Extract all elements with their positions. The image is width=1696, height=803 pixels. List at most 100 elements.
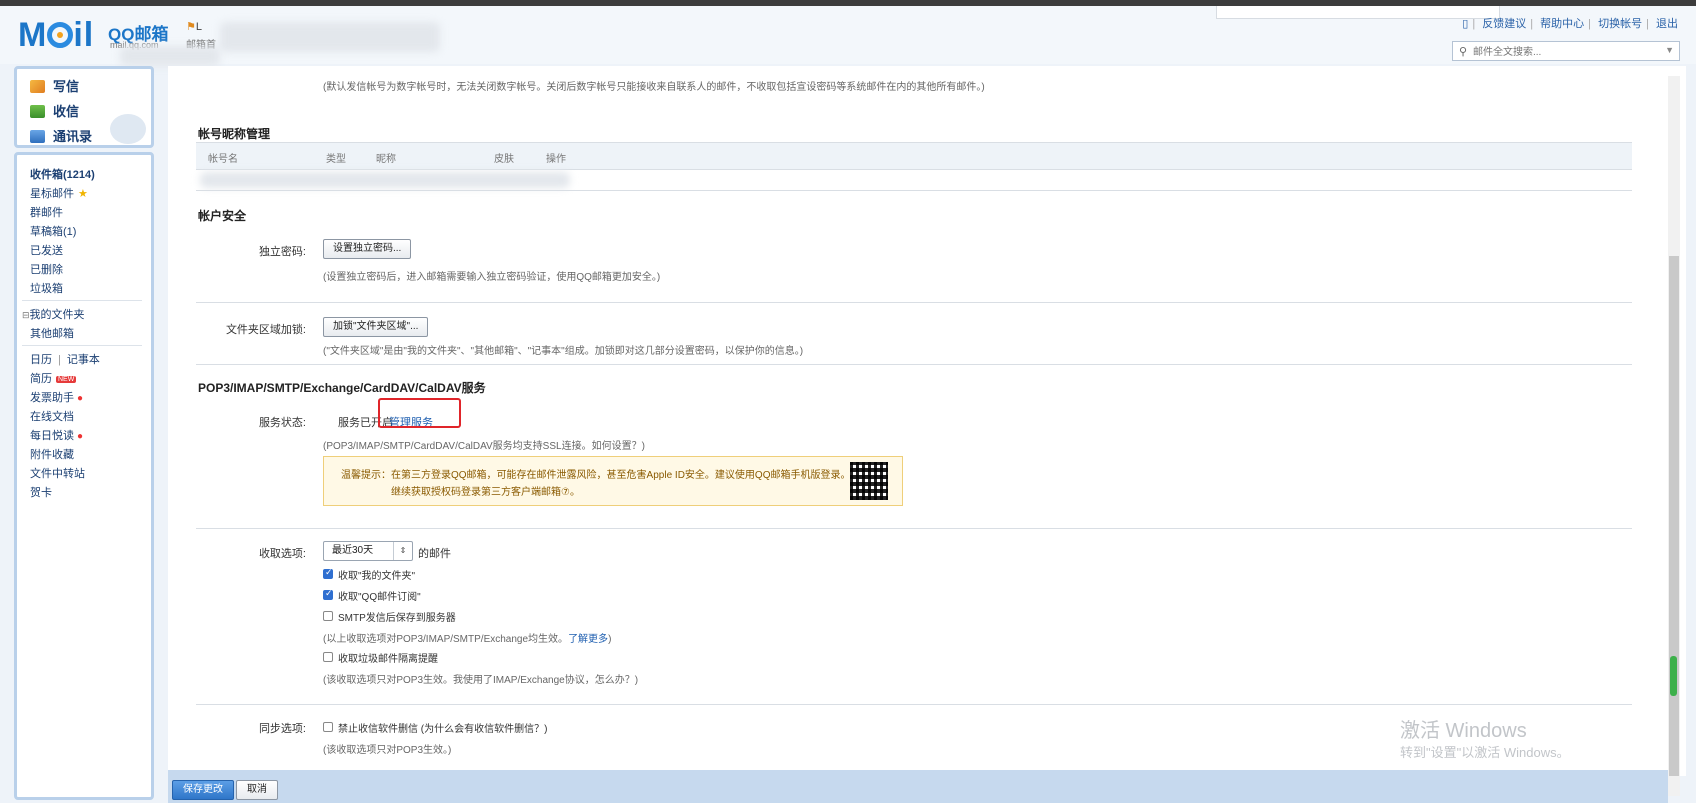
folder-group[interactable]: 群邮件 (30, 204, 63, 220)
feedback-link[interactable]: 反馈建议 (1482, 18, 1526, 30)
highlight-box (378, 398, 461, 428)
option-block-delete-label[interactable]: 禁止收信软件删信 (为什么会有收信软件删信？) (338, 720, 547, 735)
option-my-folders-checkbox[interactable] (323, 567, 333, 579)
folder-lock-note: ("文件夹区域"是由"我的文件夹"、"其他邮箱"、"记事本"组成。加锁即对这几部… (323, 346, 804, 357)
top-links: ▯ | 反馈建议 | 帮助中心 | 切换帐号 | 退出 (1462, 18, 1678, 30)
nickname-section-title: 帐号昵称管理 (198, 127, 271, 141)
learn-more-link[interactable]: 了解更多 (568, 634, 608, 645)
calendar-link[interactable]: 日历 (30, 354, 52, 366)
other-mailboxes[interactable]: 其他邮箱 (30, 325, 74, 341)
receive-icon (30, 105, 45, 118)
red-dot: ● (77, 393, 84, 404)
sync-options-label: 同步选项: (258, 723, 306, 735)
top-header: Mil QQ邮箱 mail.qq.com ⚑L 邮箱首 ▯| 反馈建议| 帮助中… (0, 6, 1696, 66)
tip-line-2[interactable]: 继续获取授权码登录第三方客户端邮箱⑦。 (391, 483, 580, 498)
tool-attachments[interactable]: 附件收藏 (30, 446, 74, 462)
service-section-title: POP3/IMAP/SMTP/Exchange/CardDAV/CalDAV服务 (198, 381, 486, 395)
col-nickname: 昵称 (376, 154, 396, 165)
mascot-icon (110, 114, 146, 144)
folder-lock-button[interactable]: 加锁"文件夹区域"... (323, 317, 429, 337)
sync-note: (该收取选项只对POP3生效。) (323, 745, 452, 756)
user-name: ⚑L (186, 21, 202, 33)
tool-reading[interactable]: 每日悦读 ● (30, 427, 83, 443)
search-icon: ⚲ (1459, 46, 1468, 58)
tool-file-transfer[interactable]: 文件中转站 (30, 465, 85, 481)
sidebar-divider (22, 345, 142, 346)
search-box[interactable]: ⚲ ▼ (1452, 41, 1680, 61)
receive-options-label: 收取选项: (258, 548, 306, 560)
windows-watermark-subtitle: 转到"设置"以激活 Windows。 (1400, 745, 1570, 760)
divider (196, 190, 1632, 191)
expand-icon[interactable]: ⊟ (22, 310, 30, 320)
folder-sent[interactable]: 已发送 (30, 242, 63, 258)
star-icon: ★ (78, 188, 88, 200)
warning-tip-box: 温馨提示：在第三方登录QQ邮箱，可能存在邮件泄露风险，甚至危害Apple ID安… (323, 456, 903, 506)
option-spam-alert-label[interactable]: 收取垃圾邮件隔离提醒 (338, 650, 438, 665)
scrollbar-thumb[interactable] (1669, 256, 1679, 776)
col-account: 帐号名 (208, 154, 238, 165)
folder-spam[interactable]: 垃圾箱 (30, 280, 63, 296)
nickname-table-header: 帐号名 类型 昵称 皮肤 操作 (196, 142, 1632, 170)
col-skin: 皮肤 (494, 154, 514, 165)
col-action: 操作 (546, 154, 566, 165)
notes-link[interactable]: 记事本 (67, 354, 100, 366)
divider (196, 528, 1632, 529)
search-dropdown-icon[interactable]: ▼ (1665, 45, 1674, 55)
redacted-table-row (200, 172, 570, 188)
cancel-button[interactable]: 取消 (236, 780, 278, 800)
inbox-check-button[interactable]: 收信 (30, 101, 79, 120)
tool-resume[interactable]: 简历 NEW (30, 370, 77, 386)
option-smtp-save-checkbox[interactable] (323, 611, 333, 621)
mail-logo[interactable]: Mil (18, 18, 94, 52)
spam-note: (该收取选项只对POP3生效。我使用了IMAP/Exchange协议，怎么办？) (323, 675, 639, 686)
folder-inbox[interactable]: 收件箱(1214) (30, 166, 95, 182)
redacted-user-info (220, 22, 440, 52)
search-input[interactable] (1471, 44, 1665, 60)
my-folders[interactable]: ⊟我的文件夹 (22, 306, 85, 322)
col-type: 类型 (326, 154, 346, 165)
option-block-delete-checkbox[interactable] (323, 722, 333, 732)
calendar-notes-row: 日历 | 记事本 (30, 354, 100, 366)
option-subscription-label[interactable]: 收取"QQ邮件订阅" (338, 588, 421, 603)
standalone-password-label: 独立密码: (258, 246, 306, 258)
compose-icon (30, 80, 45, 93)
why-delete-link[interactable]: (为什么会有收信软件删信？) (421, 724, 548, 735)
standalone-password-note: (设置独立密码后，进入邮箱需要输入独立密码验证，使用QQ邮箱更加安全。) (323, 272, 661, 283)
action-bar (168, 770, 1668, 803)
red-dot: ● (77, 431, 84, 442)
folder-lock-label: 文件夹区域加锁: (225, 324, 306, 336)
option-subscription-checkbox[interactable] (323, 588, 333, 600)
folder-deleted[interactable]: 已删除 (30, 261, 63, 277)
switch-account-link[interactable]: 切换帐号 (1598, 18, 1642, 30)
select-arrows-icon: ⇕ (393, 542, 412, 560)
security-section-title: 帐户安全 (198, 209, 247, 223)
contacts-button[interactable]: 通讯录 (30, 126, 92, 145)
divider (196, 364, 1632, 365)
folder-drafts[interactable]: 草稿箱(1) (30, 223, 76, 239)
windows-watermark-title: 激活 Windows (1400, 720, 1527, 742)
receive-range-select[interactable]: 最近30天 ⇕ (323, 541, 413, 561)
option-smtp-save-label[interactable]: SMTP发信后保存到服务器 (338, 609, 456, 624)
service-status-label: 服务状态: (258, 417, 306, 429)
tool-docs[interactable]: 在线文档 (30, 408, 74, 424)
save-changes-button[interactable]: 保存更改 (172, 780, 234, 800)
qr-code-icon (850, 462, 888, 500)
help-center-link[interactable]: 帮助中心 (1540, 18, 1584, 30)
default-account-note: (默认发信帐号为数字帐号时，无法关闭数字帐号。关闭后数字帐号只能接收来自联系人的… (323, 82, 985, 93)
divider (196, 302, 1632, 303)
ssl-note: (POP3/IMAP/SMTP/CardDAV/CalDAV服务均支持SSL连接… (323, 441, 645, 452)
logout-link[interactable]: 退出 (1656, 18, 1678, 30)
option-my-folders-label[interactable]: 收取"我的文件夹" (338, 567, 415, 582)
sidebar-divider (22, 300, 142, 301)
option-spam-alert-checkbox[interactable] (323, 652, 333, 662)
divider (196, 704, 1632, 705)
tool-cards[interactable]: 贺卡 (30, 484, 52, 500)
browser-frame: Mil QQ邮箱 mail.qq.com ⚑L 邮箱首 ▯| 反馈建议| 帮助中… (0, 6, 1696, 803)
tool-invoice[interactable]: 发票助手 ● (30, 389, 83, 405)
compose-button[interactable]: 写信 (30, 76, 79, 95)
folder-starred[interactable]: 星标邮件 ★ (30, 185, 88, 201)
new-badge: NEW (56, 376, 77, 383)
set-standalone-password-button[interactable]: 设置独立密码... (323, 239, 412, 259)
scroll-indicator (1670, 656, 1677, 696)
phone-icon[interactable]: ▯ (1462, 18, 1468, 30)
